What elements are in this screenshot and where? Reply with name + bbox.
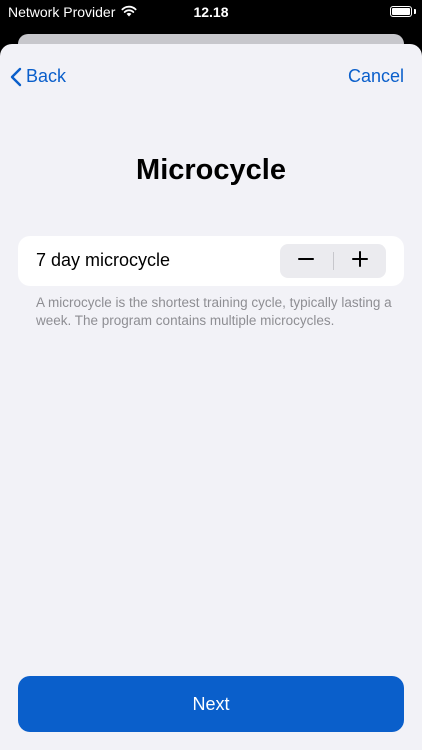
status-bar: Network Provider 12.18 bbox=[0, 0, 422, 24]
status-time: 12.18 bbox=[193, 4, 229, 20]
microcycle-stepper[interactable] bbox=[280, 244, 386, 278]
battery-tip bbox=[414, 9, 416, 14]
chevron-left-icon bbox=[10, 67, 22, 87]
battery-icon bbox=[390, 6, 412, 17]
next-button[interactable]: Next bbox=[18, 676, 404, 732]
back-button[interactable]: Back bbox=[10, 66, 66, 87]
back-label: Back bbox=[26, 66, 67, 86]
microcycle-help-text: A microcycle is the shortest training cy… bbox=[36, 295, 392, 328]
plus-icon bbox=[351, 250, 369, 273]
modal-sheet: Back Cancel Microcycle 7 day microcycle bbox=[0, 44, 422, 750]
minus-icon bbox=[297, 250, 315, 273]
increment-button[interactable] bbox=[334, 244, 387, 278]
decrement-button[interactable] bbox=[280, 244, 333, 278]
cancel-button[interactable]: Cancel bbox=[348, 66, 404, 87]
microcycle-row: 7 day microcycle bbox=[18, 236, 404, 286]
microcycle-label: 7 day microcycle bbox=[36, 250, 171, 270]
page-title: Microcycle bbox=[136, 154, 286, 186]
